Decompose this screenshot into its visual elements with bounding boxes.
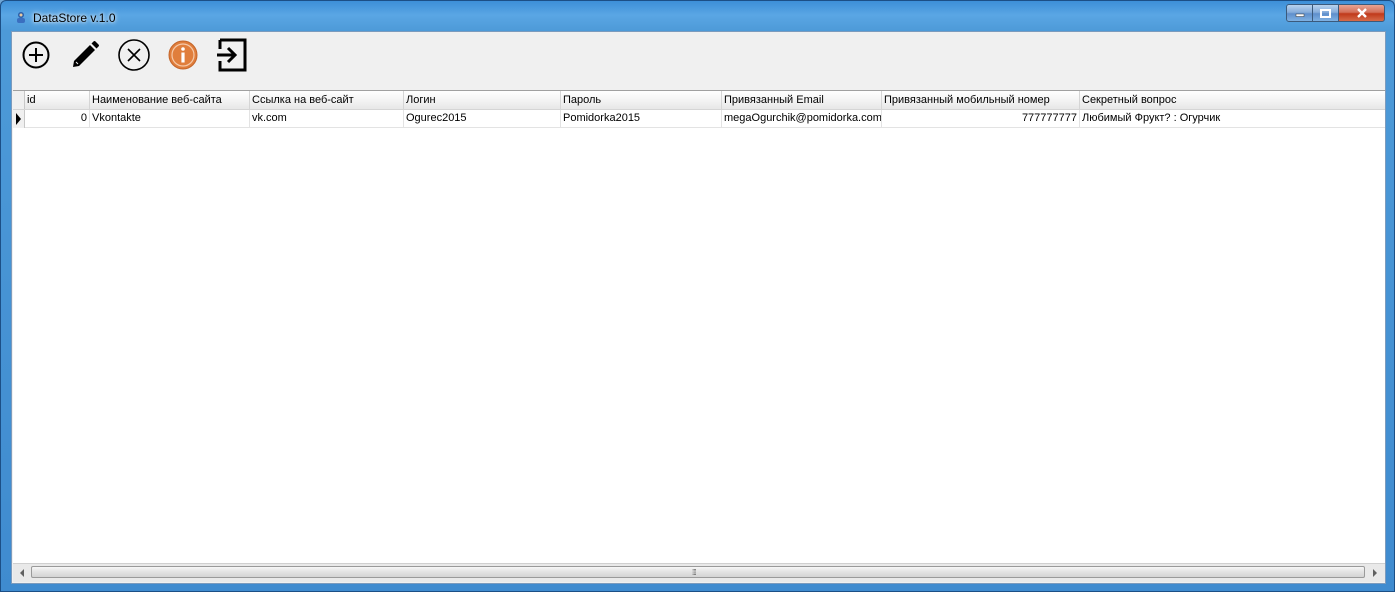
cell-phone[interactable]: 777777777: [882, 110, 1080, 128]
title-bar[interactable]: DataStore v.1.0: [1, 1, 1394, 31]
toolbar: [12, 32, 1385, 90]
add-button[interactable]: [18, 37, 54, 73]
minimize-button[interactable]: [1286, 4, 1313, 22]
column-header-email[interactable]: Привязанный Email: [722, 91, 882, 109]
edit-button[interactable]: [67, 37, 103, 73]
info-icon: [168, 40, 198, 70]
close-icon: [1356, 8, 1367, 18]
column-header-site-name[interactable]: Наименование веб-сайта: [90, 91, 250, 109]
column-header-id[interactable]: id: [25, 91, 90, 109]
exit-icon: [217, 38, 247, 72]
cancel-circle-icon: [118, 39, 150, 71]
row-header-corner: [13, 91, 25, 109]
cell-site-name[interactable]: Vkontakte: [90, 110, 250, 128]
delete-button[interactable]: [116, 37, 152, 73]
data-grid[interactable]: id Наименование веб-сайта Ссылка на веб-…: [13, 90, 1385, 564]
cell-secret-question[interactable]: Любимый Фрукт? : Огурчик: [1080, 110, 1385, 128]
current-row-arrow-icon: [16, 113, 21, 125]
pencil-icon: [73, 41, 99, 67]
arrow-left-icon: [20, 568, 24, 577]
table-row[interactable]: 0 Vkontakte vk.com Ogurec2015 Pomidorka2…: [13, 110, 1385, 128]
row-selector[interactable]: [13, 110, 25, 128]
app-icon: [17, 12, 25, 23]
scroll-thumb[interactable]: ⁞⁞⁞: [31, 566, 1365, 578]
arrow-right-icon: [1373, 568, 1377, 577]
minimize-icon: [1295, 13, 1304, 17]
cell-login[interactable]: Ogurec2015: [404, 110, 561, 128]
column-header-phone[interactable]: Привязанный мобильный номер: [882, 91, 1080, 109]
cell-password[interactable]: Pomidorka2015: [561, 110, 722, 128]
exit-button[interactable]: [214, 37, 250, 73]
column-header-secret-question[interactable]: Секретный вопрос: [1080, 91, 1385, 109]
grid-header: id Наименование веб-сайта Ссылка на веб-…: [13, 91, 1385, 110]
add-circle-icon: [22, 41, 50, 69]
window-title: DataStore v.1.0: [33, 11, 116, 25]
maximize-button[interactable]: [1312, 4, 1339, 22]
column-header-login[interactable]: Логин: [404, 91, 561, 109]
info-button[interactable]: [165, 37, 201, 73]
horizontal-scrollbar[interactable]: ⁞⁞⁞: [13, 563, 1385, 582]
cell-site-url[interactable]: vk.com: [250, 110, 404, 128]
scroll-left-button[interactable]: [15, 566, 29, 579]
maximize-icon: [1320, 8, 1331, 18]
close-button[interactable]: [1338, 4, 1385, 22]
scroll-grip: ⁞⁞⁞: [692, 568, 697, 577]
column-header-password[interactable]: Пароль: [561, 91, 722, 109]
column-header-site-url[interactable]: Ссылка на веб-сайт: [250, 91, 404, 109]
client-area: id Наименование веб-сайта Ссылка на веб-…: [11, 31, 1386, 584]
scroll-right-button[interactable]: [1368, 566, 1382, 579]
cell-id[interactable]: 0: [25, 110, 90, 128]
cell-email[interactable]: megaOgurchik@pomidorka.com: [722, 110, 882, 128]
app-window: DataStore v.1.0 id Наименование веб-сайт…: [0, 0, 1395, 592]
